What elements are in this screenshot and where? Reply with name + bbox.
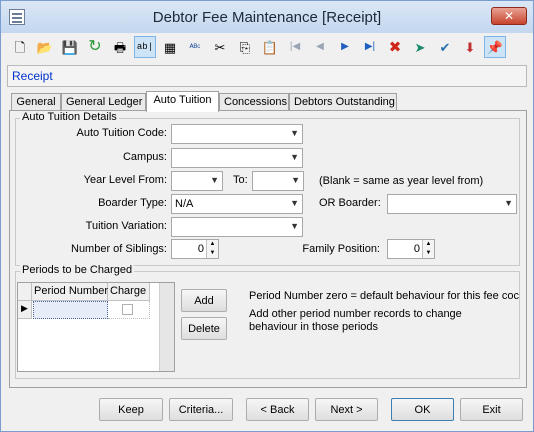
pin-icon[interactable]: 📌 — [484, 36, 506, 58]
group-title: Periods to be Charged — [20, 264, 135, 276]
chevron-down-icon: ▼ — [504, 198, 513, 208]
navigate-icon[interactable]: ➤ — [409, 36, 431, 58]
open-folder-icon[interactable]: 📂 — [34, 36, 56, 58]
year-level-note: (Blank = same as year level from) — [319, 175, 484, 187]
tab-debtors-outstanding[interactable]: Debtors Outstanding — [289, 93, 397, 111]
window-title: Debtor Fee Maintenance [Receipt] — [152, 9, 382, 26]
back-button[interactable]: < Back — [246, 398, 309, 421]
chevron-down-icon: ▼ — [291, 175, 300, 185]
year-level-to-select[interactable]: ▼ — [252, 171, 304, 191]
previous-record-icon[interactable]: ◀ — [309, 36, 331, 58]
spinner-value: 0 — [197, 243, 204, 255]
chevron-down-icon: ▼ — [290, 198, 299, 208]
chevron-down-icon: ▼ — [290, 152, 299, 162]
chevron-down-icon: ▼ — [290, 128, 299, 138]
tab-auto-tuition[interactable]: Auto Tuition — [146, 91, 219, 112]
first-record-icon[interactable]: |◀ — [284, 36, 306, 58]
debtor-fee-window: Debtor Fee Maintenance [Receipt] ✕ 🗋 📂 💾… — [0, 0, 534, 432]
group-title: Auto Tuition Details — [20, 111, 119, 123]
toolbar: 🗋 📂 💾 ↻ 🖶 ab| ▦ ᴬᴮᶜ ✂ ⎘ 📋 |◀ ◀ ▶ ▶| ✖ ➤ … — [7, 35, 527, 61]
campus-label: Campus: — [122, 151, 167, 163]
calculator-icon[interactable]: ▦ — [159, 36, 181, 58]
tuition-variation-label: Tuition Variation: — [85, 220, 167, 232]
period-info-line-2: Add other period number records to chang… — [249, 308, 462, 320]
exit-button[interactable]: Exit — [460, 398, 523, 421]
export-icon[interactable]: ⬇ — [459, 36, 481, 58]
family-position-label: Family Position: — [302, 243, 380, 255]
ok-button[interactable]: OK — [391, 398, 454, 421]
record-header-text: Receipt — [12, 69, 53, 83]
tab-concessions[interactable]: Concessions — [219, 93, 289, 111]
tab-general-ledger[interactable]: General Ledger — [61, 93, 146, 111]
grid-corner — [18, 283, 32, 301]
refresh-icon[interactable]: ↻ — [84, 36, 106, 58]
spellcheck-icon[interactable]: ᴬᴮᶜ — [184, 36, 206, 58]
save-icon[interactable]: 💾 — [59, 36, 81, 58]
period-info-line-3: behaviour in those periods — [249, 321, 379, 333]
grid-scrollbar[interactable] — [159, 283, 174, 371]
column-header-charge[interactable]: Charge — [108, 283, 150, 301]
charge-cell[interactable] — [108, 301, 150, 319]
next-record-icon[interactable]: ▶ — [334, 36, 356, 58]
criteria-button[interactable]: Criteria... — [169, 398, 233, 421]
print-icon[interactable]: 🖶 — [109, 36, 131, 58]
campus-select[interactable]: ▼ — [171, 148, 303, 168]
tuition-variation-select[interactable]: ▼ — [171, 217, 303, 237]
last-record-icon[interactable]: ▶| — [359, 36, 381, 58]
spinner-value: 0 — [413, 243, 420, 255]
year-level-from-label: Year Level From: — [83, 174, 167, 186]
copy-icon[interactable]: ⎘ — [234, 36, 256, 58]
year-level-to-label: To: — [233, 174, 248, 186]
spinner-arrows-icon[interactable]: ▲ ▼ — [206, 240, 218, 258]
charge-checkbox[interactable] — [122, 304, 133, 315]
spinner-arrows-icon[interactable]: ▲ ▼ — [422, 240, 434, 258]
chevron-down-icon: ▼ — [290, 221, 299, 231]
periods-grid[interactable]: Period Number Charge ▶ — [17, 282, 175, 372]
family-position-spinner[interactable]: 0 ▲ ▼ — [387, 239, 435, 259]
period-info-line-1: Period Number zero = default behaviour f… — [249, 290, 519, 302]
auto-tuition-code-select[interactable]: ▼ — [171, 124, 303, 144]
delete-icon[interactable]: ✖ — [384, 36, 406, 58]
chevron-down-icon: ▼ — [210, 175, 219, 185]
next-button[interactable]: Next > — [315, 398, 378, 421]
auto-tuition-code-label: Auto Tuition Code: — [76, 127, 167, 139]
cut-icon[interactable]: ✂ — [209, 36, 231, 58]
year-level-from-select[interactable]: ▼ — [171, 171, 223, 191]
column-header-period[interactable]: Period Number — [32, 283, 108, 301]
number-of-siblings-label: Number of Siblings: — [71, 243, 167, 255]
keep-button[interactable]: Keep — [99, 398, 163, 421]
period-number-cell[interactable] — [33, 301, 108, 319]
title-bar[interactable]: Debtor Fee Maintenance [Receipt] ✕ — [1, 1, 533, 33]
or-boarder-select[interactable]: ▼ — [387, 194, 517, 214]
paste-icon[interactable]: 📋 — [259, 36, 281, 58]
add-period-button[interactable]: Add — [181, 289, 227, 312]
or-boarder-label: OR Boarder: — [319, 197, 381, 209]
boarder-type-select[interactable]: N/A ▼ — [171, 194, 303, 214]
tab-general[interactable]: General — [11, 93, 61, 111]
new-document-icon[interactable]: 🗋 — [9, 36, 31, 58]
combo-value: N/A — [175, 198, 194, 210]
delete-period-button[interactable]: Delete — [181, 317, 227, 340]
boarder-type-label: Boarder Type: — [98, 197, 167, 209]
field-label-icon[interactable]: ab| — [134, 36, 156, 58]
record-header: Receipt — [7, 65, 527, 87]
close-button[interactable]: ✕ — [491, 7, 527, 25]
approve-icon[interactable]: ✔ — [434, 36, 456, 58]
number-of-siblings-spinner[interactable]: 0 ▲ ▼ — [171, 239, 219, 259]
row-indicator-icon: ▶ — [18, 301, 32, 319]
